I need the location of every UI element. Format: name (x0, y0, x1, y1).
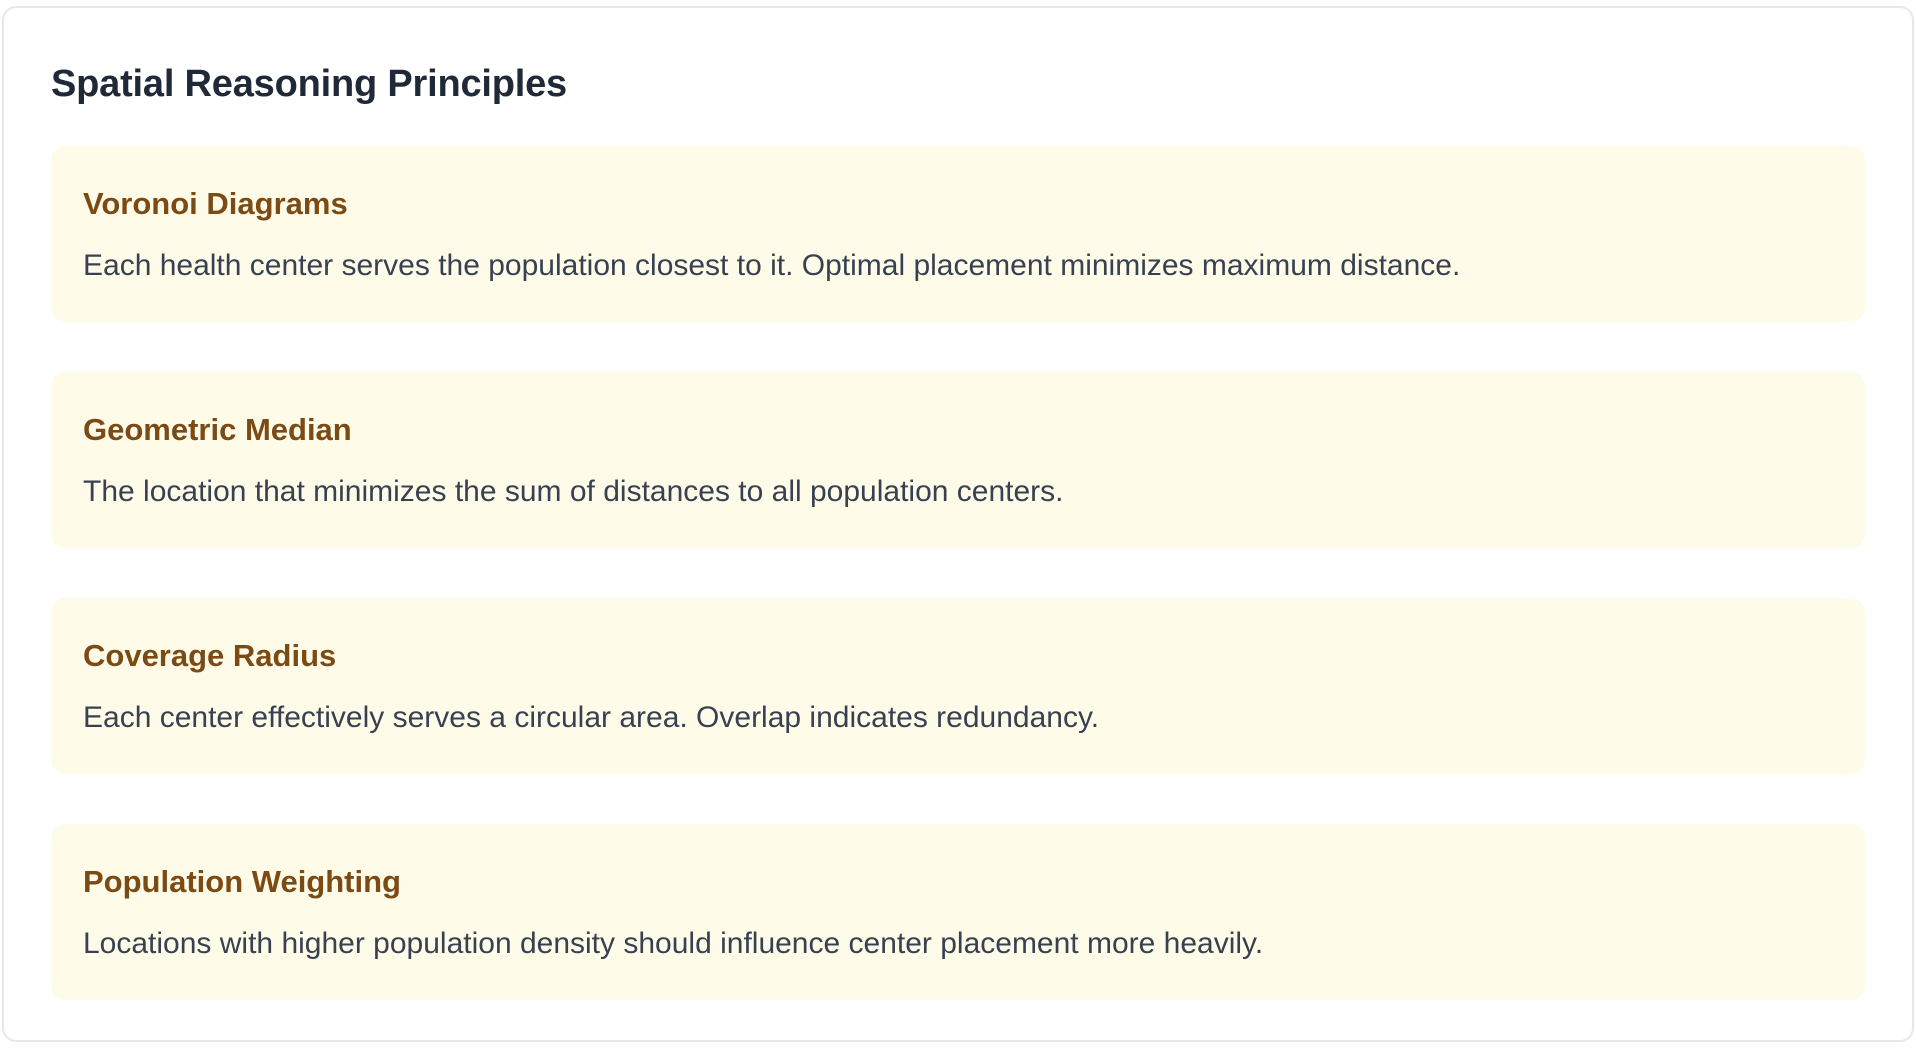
principles-list: Voronoi Diagrams Each health center serv… (51, 146, 1865, 1000)
principle-title: Coverage Radius (83, 638, 337, 673)
principle-card-coverage-radius: Coverage Radius Each center effectively … (51, 598, 1865, 774)
principle-card-geometric-median: Geometric Median The location that minim… (51, 372, 1865, 548)
principles-panel: Spatial Reasoning Principles Voronoi Dia… (2, 6, 1914, 1042)
principle-description: Each center effectively serves a circula… (83, 701, 1100, 734)
panel-title: Spatial Reasoning Principles (51, 63, 567, 105)
principle-description: The location that minimizes the sum of d… (83, 475, 1064, 508)
principle-card-voronoi-diagrams: Voronoi Diagrams Each health center serv… (51, 146, 1865, 322)
principle-description: Locations with higher population density… (83, 927, 1264, 960)
principle-title: Population Weighting (83, 864, 401, 899)
principle-title: Geometric Median (83, 412, 352, 447)
principle-title: Voronoi Diagrams (83, 186, 348, 221)
principle-description: Each health center serves the population… (83, 249, 1461, 282)
principle-card-population-weighting: Population Weighting Locations with high… (51, 824, 1865, 1000)
